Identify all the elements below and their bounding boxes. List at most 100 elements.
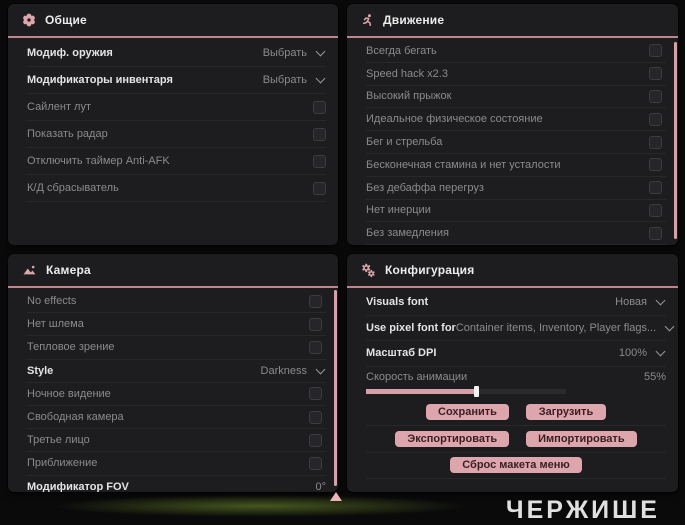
camera-scrollbar[interactable]	[334, 290, 337, 486]
slider-handle[interactable]	[474, 385, 479, 397]
mod-menu-screen: { "accent": "#dda6ac", "panels": { "gene…	[0, 0, 685, 524]
checkbox[interactable]	[309, 433, 322, 447]
row-label: Speed hack x2.3	[366, 67, 448, 80]
dropdown-config-1[interactable]: Container items, Inventory, Player flags…	[456, 321, 675, 334]
checkbox[interactable]	[313, 181, 326, 195]
movement-scrollbar[interactable]	[674, 42, 677, 239]
row-label: Третье лицо	[27, 434, 90, 447]
row-label: Идеальное физическое состояние	[366, 113, 543, 126]
row-label: Тепловое зрение	[27, 341, 115, 354]
panel-config-title: Конфигурация	[385, 263, 475, 277]
panel-general: Общие Модиф. оружия Выбрать Модификаторы и…	[8, 4, 338, 245]
dropdown-value: Выбрать	[262, 47, 307, 59]
panel-movement: Движение Всегда бегать Speed hack x2.3 Выс…	[347, 4, 678, 245]
panel-config: Конфигурация Visuals font Новая Use pixel …	[347, 254, 678, 492]
general-row-4: Отключить таймер Anti-AFK	[27, 148, 326, 175]
checkbox[interactable]	[649, 135, 662, 149]
movement-row-2: Высокий прыжок	[366, 86, 666, 109]
row-label: Use pixel font for	[366, 321, 456, 334]
chevron-down-icon	[315, 364, 326, 375]
checkbox[interactable]	[649, 158, 662, 172]
checkbox[interactable]	[649, 181, 662, 195]
panel-config-header: Конфигурация	[347, 254, 678, 288]
gears-icon	[362, 263, 375, 277]
movement-row-0: Всегда бегать	[366, 40, 666, 63]
action-button-импортировать[interactable]: Импортировать	[526, 430, 637, 447]
panel-general-header: Общие	[8, 4, 338, 38]
row-label: Модиф. оружия	[27, 47, 113, 59]
config-row-2: Масштаб DPI 100%	[366, 341, 666, 367]
checkbox[interactable]	[309, 456, 322, 470]
checkbox[interactable]	[649, 44, 662, 58]
checkbox[interactable]	[649, 112, 662, 126]
panel-camera-title: Камера	[46, 263, 91, 277]
checkbox[interactable]	[309, 387, 322, 401]
chevron-down-icon	[664, 321, 675, 332]
slider-value: 55%	[643, 370, 666, 383]
watermark-text: ЧЕРЖИШЕ	[506, 496, 660, 524]
animation-speed-slider[interactable]	[366, 385, 566, 397]
panel-movement-header: Движение	[347, 4, 678, 38]
camera-row-5: Свободная камера	[27, 406, 326, 430]
general-row-2: Сайлент лут	[27, 94, 326, 121]
checkbox[interactable]	[649, 67, 662, 81]
row-label: Ночное видение	[27, 387, 111, 400]
movement-row-7: Нет инерции	[366, 200, 666, 223]
movement-row-5: Бесконечная стамина и нет усталости	[366, 154, 666, 177]
movement-row-8: Без замедления	[366, 222, 666, 245]
checkbox[interactable]	[649, 89, 662, 103]
action-button-экспортировать[interactable]: Экспортировать	[395, 430, 510, 447]
panel-movement-title: Движение	[383, 13, 445, 27]
checkbox[interactable]	[649, 203, 662, 217]
checkbox[interactable]	[309, 340, 322, 354]
checkbox[interactable]	[313, 100, 326, 114]
slider-fill	[366, 388, 476, 394]
general-row-5: К/Д сбрасыватель	[27, 175, 326, 202]
row-label: Без дебаффа перегруз	[366, 181, 484, 194]
row-label: No effects	[27, 295, 77, 308]
config-row-1: Use pixel font for Container items, Inven…	[366, 316, 675, 341]
camera-row-1: Нет шлема	[27, 313, 326, 337]
camera-row-7: Приближение	[27, 452, 326, 476]
row-label: Style	[27, 364, 54, 377]
row-label: Бесконечная стамина и нет усталости	[366, 158, 561, 171]
checkbox[interactable]	[309, 294, 322, 308]
row-label: Нет инерции	[366, 204, 431, 217]
checkbox[interactable]	[649, 226, 662, 240]
row-label: Модификатор FOV	[27, 480, 129, 492]
image-icon	[23, 265, 36, 275]
slider-label: Скорость анимации	[366, 370, 468, 383]
camera-row-0: No effects	[27, 290, 326, 314]
row-label: Нет шлема	[27, 318, 84, 331]
chevron-down-icon	[655, 346, 666, 357]
config-button-row-4: Сохранить Загрузить	[366, 400, 666, 426]
panel-camera: Камера No effects Нет шлема Тепловое зрени…	[8, 254, 338, 492]
dropdown-config-0[interactable]: Новая	[615, 295, 666, 308]
fov-value: 0°	[315, 480, 326, 492]
row-label: Масштаб DPI	[366, 347, 437, 360]
action-button-сохранить[interactable]: Сохранить	[426, 404, 509, 421]
dropdown-general-1[interactable]: Выбрать	[263, 73, 326, 86]
checkbox[interactable]	[313, 127, 326, 141]
mouse-cursor	[330, 492, 342, 501]
checkbox[interactable]	[309, 317, 322, 331]
row-label: Свободная камера	[27, 411, 124, 424]
movement-row-1: Speed hack x2.3	[366, 63, 666, 86]
general-row-1: Модификаторы инвентаря Выбрать	[27, 67, 326, 94]
action-button-загрузить[interactable]: Загрузить	[525, 404, 606, 421]
dropdown-general-0[interactable]: Выбрать	[262, 46, 326, 59]
general-row-3: Показать радар	[27, 121, 326, 148]
dropdown-camera-3[interactable]: Darkness	[261, 364, 326, 377]
row-label: Бег и стрельба	[366, 136, 443, 149]
dropdown-config-2[interactable]: 100%	[619, 346, 666, 359]
row-label: К/Д сбрасыватель	[27, 182, 119, 194]
movement-row-4: Бег и стрельба	[366, 131, 666, 154]
checkbox[interactable]	[309, 410, 322, 424]
config-row-animation-speed: Скорость анимации 55%	[366, 367, 666, 400]
row-label: Отключить таймер Anti-AFK	[27, 155, 170, 167]
checkbox[interactable]	[313, 154, 326, 168]
flower-icon	[23, 13, 35, 27]
row-label: Модификаторы инвентаря	[27, 74, 173, 86]
reset-menu-layout-button[interactable]: Сброс макета меню	[450, 457, 582, 474]
camera-row-3: Style Darkness	[27, 360, 326, 383]
